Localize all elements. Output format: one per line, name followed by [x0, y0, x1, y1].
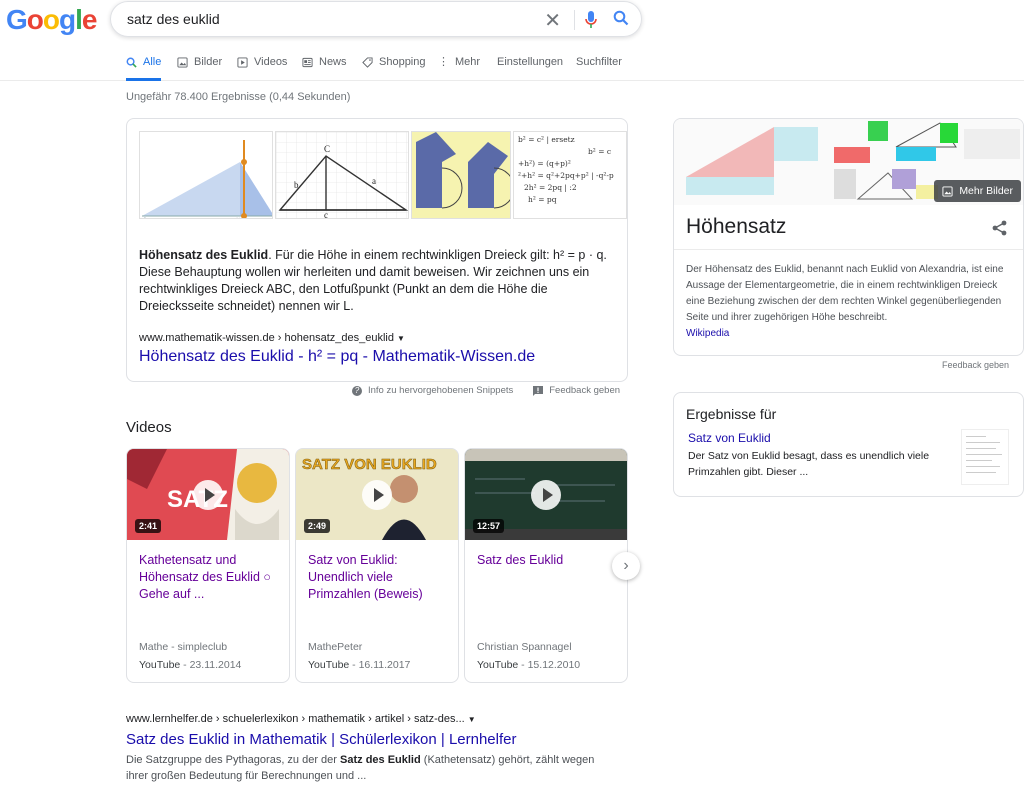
- search-input[interactable]: satz des euklid: [127, 11, 220, 27]
- video-title[interactable]: Satz des Euklid: [477, 552, 615, 569]
- video-card[interactable]: 12:57 Satz des Euklid Christian Spannage…: [464, 448, 628, 683]
- dropdown-arrow-icon[interactable]: ▼: [468, 715, 476, 724]
- tab-alle[interactable]: Alle: [126, 56, 162, 81]
- snippet-image-4[interactable]: b² = c² | ersetz b² = c +h²) = (q+p)² ²+…: [513, 131, 627, 219]
- video-icon: [237, 56, 248, 68]
- snippet-feedback-link[interactable]: Feedback geben: [533, 385, 620, 396]
- dropdown-arrow-icon[interactable]: ▼: [397, 334, 405, 343]
- video-thumbnail[interactable]: 12:57: [465, 449, 627, 540]
- results-for-panel: Ergebnisse für Satz von Euklid Der Satz …: [673, 392, 1024, 497]
- video-title[interactable]: Kathetensatz und Höhensatz des Euklid ○ …: [139, 552, 277, 603]
- video-duration: 2:41: [135, 519, 162, 533]
- video-source: YouTube - 23.11.2014: [139, 659, 242, 671]
- svg-text:SATZ VON EUKLID: SATZ VON EUKLID: [302, 456, 437, 473]
- result-url[interactable]: www.lernhelfer.de › schuelerlexikon › ma…: [126, 713, 476, 725]
- help-icon: ?: [352, 385, 362, 396]
- tab-shopping[interactable]: Shopping: [362, 56, 426, 68]
- result-stats: Ungefähr 78.400 Ergebnisse (0,44 Sekunde…: [126, 91, 351, 103]
- search-tabs: Alle Bilder Videos News Shopping ⋮ Mehr …: [0, 46, 1024, 81]
- svg-text:c: c: [324, 210, 328, 219]
- video-source: YouTube - 15.12.2010: [477, 659, 581, 671]
- feedback-icon: [533, 385, 544, 396]
- wikipedia-link[interactable]: Wikipedia: [686, 328, 729, 339]
- chevron-right-icon[interactable]: ›: [612, 552, 640, 580]
- snippet-footer: ? Info zu hervorgehobenen Snippets Feedba…: [352, 385, 620, 396]
- snippet-image-3[interactable]: [411, 131, 511, 219]
- knowledge-title: Höhensatz: [686, 215, 787, 238]
- microphone-icon[interactable]: [585, 11, 597, 34]
- video-title[interactable]: Satz von Euklid: Unendlich viele Primzah…: [308, 552, 446, 603]
- videos-heading: Videos: [126, 419, 172, 436]
- news-icon: [302, 57, 313, 67]
- knowledge-panel: Mehr Bilder Höhensatz Der Höhensatz des …: [673, 118, 1024, 356]
- video-thumbnail[interactable]: SATZ VON EUKLID 2:49: [296, 449, 458, 540]
- tab-news[interactable]: News: [302, 56, 347, 68]
- tab-suchfilter[interactable]: Suchfilter: [576, 56, 622, 68]
- video-card[interactable]: SATZ VON EUKLID 2:49 Satz von Euklid: Un…: [295, 448, 459, 683]
- divider: [674, 249, 1023, 250]
- result-snippet: Die Satzgruppe des Pythagoras, zu der de…: [126, 754, 595, 782]
- search-divider: [574, 10, 575, 30]
- video-duration: 12:57: [473, 519, 505, 533]
- results-for-description: Der Satz von Euklid besagt, dass es unen…: [688, 450, 930, 478]
- snippet-title-link[interactable]: Höhensatz des Euklid - h² = pq - Mathema…: [139, 348, 535, 366]
- result-title-link[interactable]: Satz des Euklid in Mathematik | Schülerl…: [126, 731, 516, 748]
- more-vert-icon: ⋮: [438, 55, 449, 68]
- play-icon[interactable]: [531, 480, 561, 510]
- svg-text:a: a: [372, 176, 376, 186]
- video-card[interactable]: SATZ 2:41 Kathetensatz und Höhensatz des…: [126, 448, 290, 683]
- video-channel: Mathe - simpleclub: [139, 641, 228, 653]
- snippet-image-1[interactable]: [139, 131, 273, 219]
- tab-einstellungen[interactable]: Einstellungen: [497, 56, 563, 68]
- image-icon: [177, 56, 188, 68]
- search-icon[interactable]: [613, 10, 629, 31]
- snippet-images: C b a c b² = c² | ersetz b² = c +h²) = (…: [139, 131, 627, 219]
- google-logo[interactable]: Google: [6, 4, 97, 36]
- results-for-heading: Ergebnisse für: [686, 406, 777, 422]
- image-icon: [942, 185, 953, 197]
- tab-mehr[interactable]: ⋮ Mehr: [438, 56, 480, 68]
- search-box[interactable]: satz des euklid ✕: [110, 1, 642, 37]
- svg-text:b: b: [294, 180, 299, 190]
- results-for-link[interactable]: Satz von Euklid: [688, 431, 771, 445]
- video-channel: Christian Spannagel: [477, 641, 572, 653]
- video-thumbnail[interactable]: SATZ 2:41: [127, 449, 289, 540]
- snippet-text: Höhensatz des Euklid. Für die Höhe in ei…: [139, 248, 607, 313]
- tab-bilder[interactable]: Bilder: [177, 56, 222, 68]
- tag-icon: [362, 56, 373, 68]
- clear-icon[interactable]: ✕: [544, 8, 561, 33]
- tab-videos[interactable]: Videos: [237, 56, 287, 68]
- knowledge-description: Der Höhensatz des Euklid, benannt nach E…: [686, 264, 1004, 339]
- more-images-button[interactable]: Mehr Bilder: [934, 180, 1021, 202]
- search-icon: [126, 57, 137, 68]
- snippet-url[interactable]: www.mathematik-wissen.de › hohensatz_des…: [139, 332, 405, 344]
- svg-text:C: C: [324, 144, 330, 154]
- snippet-image-2[interactable]: C b a c: [275, 131, 409, 219]
- play-icon[interactable]: [193, 480, 223, 510]
- knowledge-feedback-link[interactable]: Feedback geben: [942, 360, 1009, 370]
- video-source: YouTube - 16.11.2017: [308, 659, 411, 671]
- featured-snippet: C b a c b² = c² | ersetz b² = c +h²) = (…: [126, 118, 628, 382]
- video-duration: 2:49: [304, 519, 331, 533]
- snippet-info-link[interactable]: ? Info zu hervorgehobenen Snippets: [352, 385, 513, 396]
- play-icon[interactable]: [362, 480, 392, 510]
- results-for-thumbnail[interactable]: [961, 429, 1009, 485]
- share-icon[interactable]: [992, 220, 1007, 241]
- knowledge-images[interactable]: Mehr Bilder: [674, 119, 1023, 205]
- video-channel: MathePeter: [308, 641, 363, 653]
